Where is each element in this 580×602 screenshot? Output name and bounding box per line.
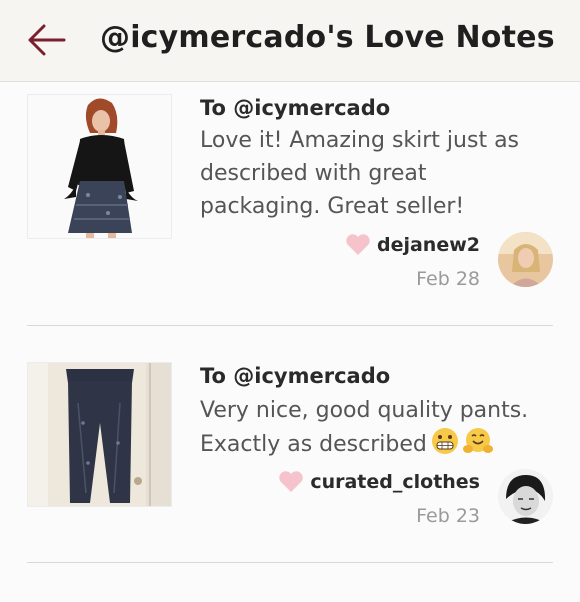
top-bar: @icymercado's Love Notes: [0, 0, 580, 82]
note-message: Love it! Amazing skirt just as described…: [200, 128, 520, 219]
author-username[interactable]: curated_clothes: [310, 471, 480, 493]
back-arrow-icon[interactable]: [28, 22, 68, 58]
note-date: Feb 28: [416, 268, 480, 290]
heart-icon[interactable]: [278, 470, 304, 497]
note-divider: [27, 325, 553, 326]
love-note-card: To @icymercado Love it! Amazing skirt ju…: [0, 82, 580, 332]
listing-thumbnail-skirt[interactable]: [27, 94, 172, 239]
note-recipient: To @icymercado: [200, 96, 391, 120]
heart-icon[interactable]: [345, 233, 371, 260]
note-author-meta: curated_clothes Feb 23: [278, 470, 480, 527]
hugging-face-icon: [462, 427, 493, 465]
author-avatar[interactable]: [498, 469, 553, 524]
author-avatar[interactable]: [498, 232, 553, 287]
note-divider: [27, 562, 553, 563]
grimacing-face-icon: [431, 427, 459, 465]
page-title: @icymercado's Love Notes: [100, 20, 555, 55]
note-author-meta: dejanew2 Feb 28: [345, 233, 480, 290]
listing-thumbnail-pants[interactable]: [27, 362, 172, 507]
note-message-wrapper: Very nice, good quality pants. Exactly a…: [200, 394, 540, 465]
love-note-card: To @icymercado Very nice, good quality p…: [0, 352, 580, 602]
note-recipient: To @icymercado: [200, 364, 391, 388]
author-username[interactable]: dejanew2: [377, 234, 480, 256]
note-date: Feb 23: [416, 505, 480, 527]
